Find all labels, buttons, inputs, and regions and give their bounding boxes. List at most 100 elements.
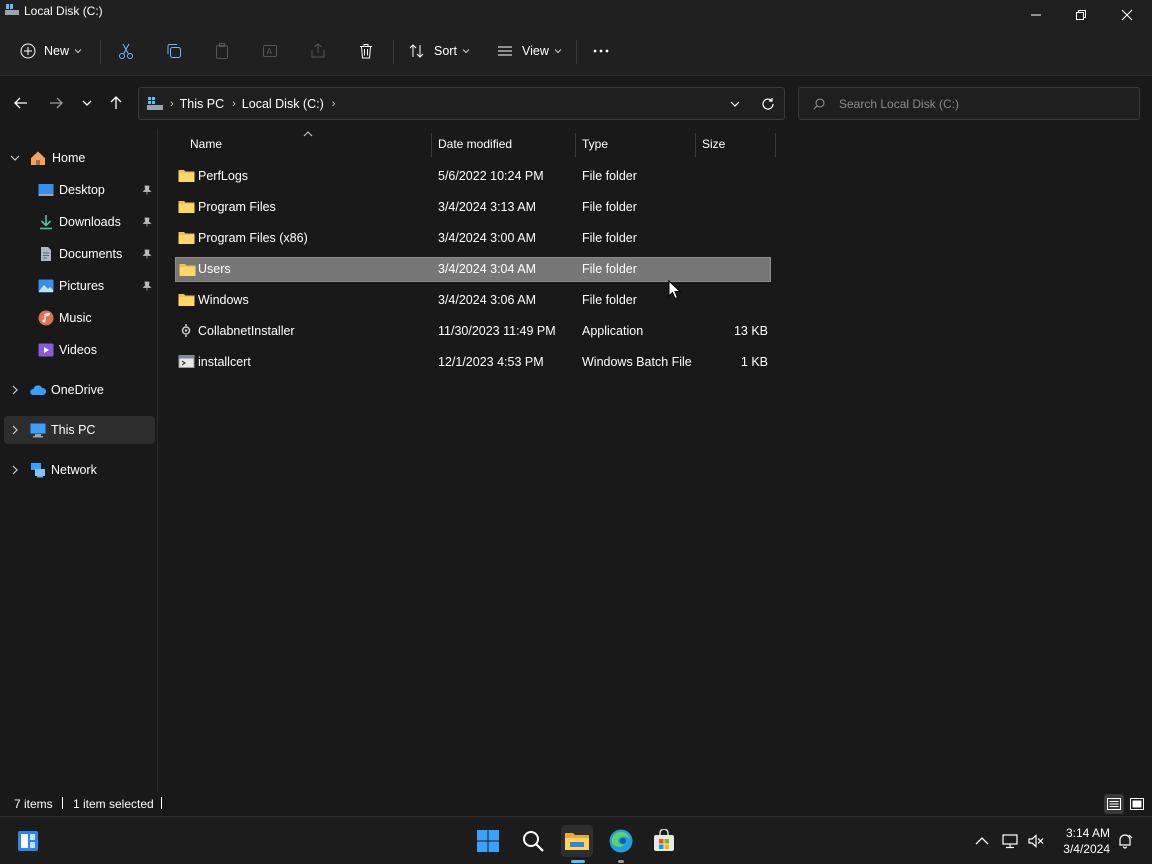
table-row-selected[interactable]: Users 3/4/2024 3:04 AM File folder [175,257,771,282]
file-date: 12/1/2023 4:53 PM [438,355,544,369]
widgets-icon [18,831,38,851]
clock-date: 3/4/2024 [1063,842,1110,856]
sidebar-item-downloads[interactable]: Downloads [4,208,155,236]
taskbar-search-button[interactable] [517,825,549,857]
table-row[interactable]: Program Files 3/4/2024 3:13 AM File fold… [175,195,771,220]
documents-icon [41,247,51,261]
music-icon [38,310,54,326]
file-date: 5/6/2022 10:24 PM [438,169,544,183]
column-header-name[interactable]: Name [190,137,222,151]
breadcrumb-separator[interactable]: › [332,98,336,110]
back-button[interactable] [9,91,33,115]
status-divider [161,797,162,809]
system-clock[interactable]: 3:14 AM 3/4/2024 [1054,825,1110,857]
up-button[interactable] [104,91,128,115]
paste-button[interactable] [213,36,231,66]
sidebar-item-desktop[interactable]: Desktop [4,176,155,204]
column-header-type[interactable]: Type [582,137,608,151]
breadcrumb-this-pc[interactable]: This PC [180,97,224,111]
network-status-button[interactable] [1000,831,1020,851]
column-divider[interactable] [695,133,696,157]
delete-button[interactable] [357,36,375,66]
tiles-view-button[interactable] [1127,794,1147,814]
breadcrumb-local-disk[interactable]: Local Disk (C:) [242,97,324,111]
table-row[interactable]: CollabnetInstaller 11/30/2023 11:49 PM A… [175,319,771,344]
cut-button[interactable] [117,36,135,66]
table-row[interactable]: installcert 12/1/2023 4:53 PM Windows Ba… [175,350,771,375]
share-button[interactable] [309,36,327,66]
file-name[interactable]: CollabnetInstaller [198,324,295,338]
svg-text:A: A [267,47,273,56]
selection-count: 1 item selected [73,797,154,811]
status-divider [62,797,63,809]
file-name[interactable]: Windows [198,293,249,307]
windows-logo-icon [477,830,499,852]
sidebar-item-label: Desktop [59,183,105,197]
sidebar-item-music[interactable]: Music [4,304,155,332]
address-bar[interactable]: › This PC › Local Disk (C:) › [138,87,785,120]
application-icon [181,324,191,337]
recent-locations-button[interactable] [75,91,99,115]
pin-icon[interactable] [142,249,152,259]
sidebar-item-network[interactable]: Network [4,456,155,484]
rename-button[interactable]: A [261,36,279,66]
taskbar: 3:14 AM 3/4/2024 [0,816,1152,864]
chevron-right-icon[interactable] [10,465,20,475]
table-row[interactable]: PerfLogs 5/6/2022 10:24 PM File folder [175,164,771,189]
file-name[interactable]: PerfLogs [198,169,248,183]
column-header-date[interactable]: Date modified [438,137,512,151]
restore-button[interactable] [1058,0,1104,30]
taskbar-edge[interactable] [605,825,637,863]
clock-time: 3:14 AM [1065,826,1110,840]
column-divider[interactable] [431,133,432,157]
new-button[interactable]: New [20,36,82,66]
sidebar-item-documents[interactable]: Documents [4,240,155,268]
file-date: 3/4/2024 3:13 AM [438,200,536,214]
sidebar-item-onedrive[interactable]: OneDrive [4,376,155,404]
sidebar-item-videos[interactable]: Videos [4,336,155,364]
chevron-right-icon[interactable] [10,425,20,435]
column-divider[interactable] [775,133,776,157]
widgets-button[interactable] [12,825,44,857]
column-divider[interactable] [575,133,576,157]
chevron-down-icon[interactable] [729,98,741,110]
sidebar-item-pictures[interactable]: Pictures [4,272,155,300]
start-button[interactable] [472,825,504,857]
chevron-down-icon[interactable] [10,153,20,163]
refresh-icon[interactable] [761,97,775,111]
file-name[interactable]: Program Files [198,200,276,214]
file-name[interactable]: Program Files (x86) [198,231,308,245]
file-name[interactable]: Users [198,262,231,276]
forward-button[interactable] [44,91,68,115]
view-button[interactable]: View [496,36,562,66]
column-header-size[interactable]: Size [702,137,725,151]
file-name[interactable]: installcert [198,355,251,369]
taskbar-store[interactable] [648,825,680,857]
search-input[interactable]: Search Local Disk (C:) [839,97,959,111]
file-type: File folder [582,200,637,214]
search-box[interactable]: Search Local Disk (C:) [798,87,1140,120]
table-row[interactable]: Program Files (x86) 3/4/2024 3:00 AM Fil… [175,226,771,251]
sidebar-item-label: Videos [59,343,97,357]
breadcrumb-separator[interactable]: › [170,98,174,110]
taskbar-file-explorer[interactable] [561,825,593,863]
notifications-button[interactable] [1115,831,1135,851]
sidebar-item-home[interactable]: Home [4,144,155,172]
minimize-button[interactable] [1013,0,1059,30]
volume-button[interactable] [1026,831,1046,851]
network-icon [31,463,45,478]
breadcrumb-separator[interactable]: › [232,98,236,110]
more-options-button[interactable] [592,36,610,66]
sidebar-item-this-pc[interactable]: This PC [4,416,155,444]
chevron-right-icon[interactable] [10,385,20,395]
show-hidden-icons-button[interactable] [972,831,992,851]
close-button[interactable] [1104,0,1150,30]
pin-icon[interactable] [142,185,152,195]
sidebar-item-label: Music [59,311,92,325]
details-view-button[interactable] [1104,794,1124,814]
copy-button[interactable] [165,36,183,66]
folder-icon [178,294,195,306]
pin-icon[interactable] [142,281,152,291]
pin-icon[interactable] [142,217,152,227]
sort-button[interactable]: Sort [408,36,470,66]
